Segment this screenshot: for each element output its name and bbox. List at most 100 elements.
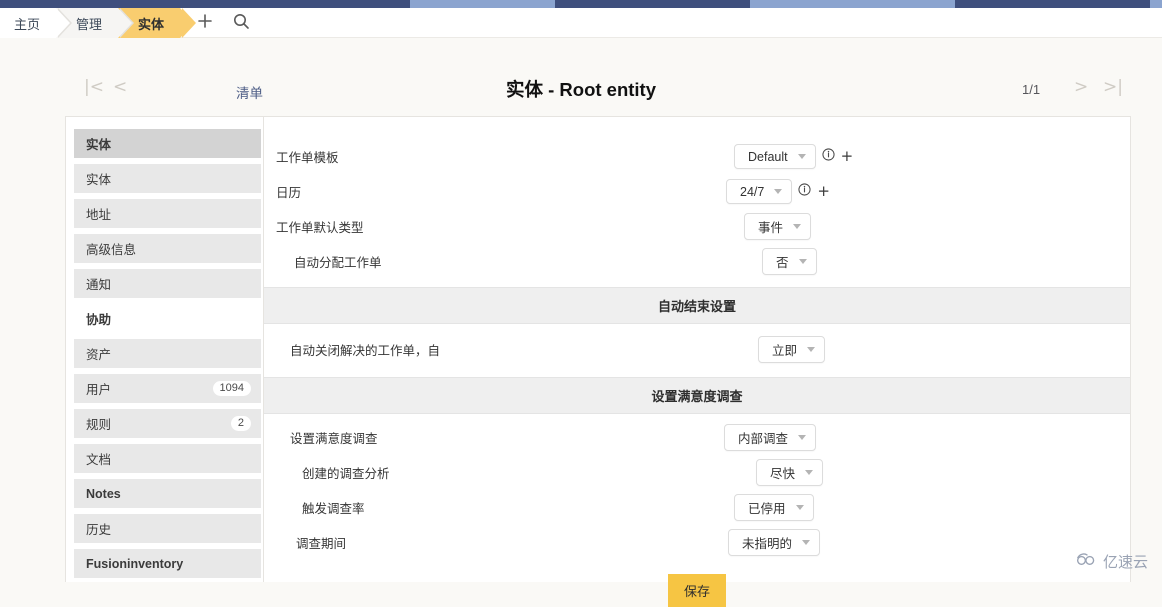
sidebar-badge-rules: 2 bbox=[231, 416, 251, 431]
form-row-auto-assign-ticket: 自动分配工作单 否 bbox=[282, 244, 1130, 279]
add-icon[interactable]: + bbox=[817, 184, 830, 199]
sidebar-item-label: 实体 bbox=[86, 134, 111, 153]
breadcrumb-label: 管理 bbox=[76, 14, 102, 33]
sidebar-item-address[interactable]: 地址 bbox=[74, 199, 261, 228]
watermark-text: 亿速云 bbox=[1103, 551, 1148, 572]
form-control: 事件 bbox=[744, 213, 811, 240]
sidebar-item-entity-header[interactable]: 实体 bbox=[74, 129, 261, 158]
top-menu-segment-3[interactable] bbox=[1150, 0, 1162, 8]
search-icon[interactable] bbox=[232, 12, 250, 35]
save-button[interactable]: 保存 bbox=[668, 574, 726, 607]
breadcrumb-navbar: 主页 管理 实体 bbox=[0, 8, 1162, 38]
sidebar-item-label: 用户 bbox=[86, 379, 111, 398]
record-subheader: |< < 清单 实体 - Root entity 1/1 > >| bbox=[0, 62, 1162, 116]
sidebar-item-advanced-information[interactable]: 高级信息 bbox=[74, 234, 261, 263]
top-menu-segment-1[interactable] bbox=[410, 0, 555, 8]
auto-assign-ticket-select[interactable]: 否 bbox=[762, 248, 817, 275]
form-row-ticket-template: 工作单模板 Default + bbox=[264, 139, 1130, 174]
auto-close-solved-select[interactable]: 立即 bbox=[758, 336, 825, 363]
ticket-template-select[interactable]: Default bbox=[734, 144, 816, 169]
sidebar-item-users[interactable]: 用户 1094 bbox=[74, 374, 261, 403]
survey-creation-select[interactable]: 尽快 bbox=[756, 459, 823, 486]
chevron-down-icon bbox=[805, 470, 813, 475]
sidebar-item-assets[interactable]: 资产 bbox=[74, 339, 261, 368]
form-row-auto-close-solved: 自动关闭解决的工作单，自 立即 bbox=[278, 332, 1130, 367]
sidebar-item-label: 实体 bbox=[86, 169, 111, 188]
form-label: 日历 bbox=[276, 182, 706, 201]
breadcrumb-item-home[interactable]: 主页 bbox=[0, 8, 56, 38]
sidebar-item-fusioninventory[interactable]: Fusioninventory bbox=[74, 549, 261, 578]
form-label: 设置满意度调查 bbox=[290, 428, 720, 447]
sidebar-item-label: 历史 bbox=[86, 519, 111, 538]
select-value: 事件 bbox=[758, 217, 783, 236]
sidebar-item-documents[interactable]: 文档 bbox=[74, 444, 261, 473]
entity-panel: 实体 实体 地址 高级信息 通知 协助 资产 用户 1094 规则 2 文档 bbox=[65, 116, 1131, 582]
pager-count: 1/1 bbox=[1022, 82, 1040, 97]
watermark: 亿速云 bbox=[1076, 551, 1148, 572]
form-label: 触发调查率 bbox=[288, 498, 718, 517]
breadcrumb: 主页 管理 实体 bbox=[0, 8, 180, 38]
survey-duration-select[interactable]: 未指明的 bbox=[728, 529, 820, 556]
form-control: 内部调查 bbox=[724, 424, 816, 451]
form-label: 工作单模板 bbox=[276, 147, 706, 166]
survey-trigger-rate-select[interactable]: 已停用 bbox=[734, 494, 814, 521]
info-icon[interactable] bbox=[798, 183, 811, 201]
select-value: 否 bbox=[776, 252, 789, 271]
entity-sidebar: 实体 实体 地址 高级信息 通知 协助 资产 用户 1094 规则 2 文档 bbox=[66, 117, 264, 582]
chevron-down-icon bbox=[796, 505, 804, 510]
select-value: Default bbox=[748, 150, 788, 164]
sidebar-item-notifications[interactable]: 通知 bbox=[74, 269, 261, 298]
chevron-down-icon bbox=[798, 154, 806, 159]
calendar-select[interactable]: 24/7 bbox=[726, 179, 792, 204]
chevron-down-icon bbox=[802, 540, 810, 545]
form-row-calendar: 日历 24/7 + bbox=[264, 174, 1130, 209]
last-record-icon[interactable]: >| bbox=[1103, 79, 1123, 96]
sidebar-item-label: 文档 bbox=[86, 449, 111, 468]
sidebar-item-rules[interactable]: 规则 2 bbox=[74, 409, 261, 438]
navbar-actions bbox=[196, 8, 250, 38]
sidebar-item-label: 高级信息 bbox=[86, 239, 136, 258]
breadcrumb-label: 实体 bbox=[138, 14, 164, 33]
form-row-survey-trigger-rate: 触发调查率 已停用 bbox=[276, 490, 1130, 525]
form-row-survey-duration: 调查期间 未指明的 bbox=[270, 525, 1130, 560]
form-row-survey-configuration: 设置满意度调查 内部调查 bbox=[278, 420, 1130, 455]
chevron-down-icon bbox=[807, 347, 815, 352]
form-row-default-ticket-type: 工作单默认类型 事件 bbox=[264, 209, 1130, 244]
form-control: Default + bbox=[734, 144, 853, 169]
info-icon[interactable] bbox=[822, 148, 835, 166]
form-row-survey-creation: 创建的调查分析 尽快 bbox=[276, 455, 1130, 490]
form-control: 否 bbox=[762, 248, 817, 275]
sidebar-item-label: 地址 bbox=[86, 204, 111, 223]
form-control: 尽快 bbox=[756, 459, 823, 486]
sidebar-item-label: Fusioninventory bbox=[86, 557, 183, 571]
sidebar-item-entity[interactable]: 实体 bbox=[74, 164, 261, 193]
sidebar-item-assistance[interactable]: 协助 bbox=[74, 304, 261, 333]
add-icon[interactable]: + bbox=[841, 149, 854, 164]
plus-icon[interactable] bbox=[196, 12, 214, 35]
select-value: 已停用 bbox=[748, 498, 786, 517]
sidebar-item-notes[interactable]: Notes bbox=[74, 479, 261, 508]
select-value: 24/7 bbox=[740, 185, 764, 199]
next-record-icon[interactable]: > bbox=[1074, 79, 1088, 96]
select-value: 立即 bbox=[772, 340, 797, 359]
page-title: 实体 - Root entity bbox=[0, 76, 1162, 102]
sidebar-item-label: Notes bbox=[86, 487, 121, 501]
top-menu-segment-2[interactable] bbox=[750, 0, 955, 8]
form-label: 调查期间 bbox=[282, 533, 712, 552]
select-value: 内部调查 bbox=[738, 428, 788, 447]
sidebar-item-label: 通知 bbox=[86, 274, 111, 293]
top-menu-strip bbox=[0, 0, 1162, 8]
chevron-down-icon bbox=[774, 189, 782, 194]
form-label: 自动分配工作单 bbox=[294, 252, 724, 271]
form-label: 自动关闭解决的工作单，自 bbox=[290, 340, 720, 359]
chevron-down-icon bbox=[798, 435, 806, 440]
survey-configuration-select[interactable]: 内部调查 bbox=[724, 424, 816, 451]
sidebar-item-label: 协助 bbox=[86, 309, 111, 328]
sidebar-item-label: 资产 bbox=[86, 344, 111, 363]
default-ticket-type-select[interactable]: 事件 bbox=[744, 213, 811, 240]
form-control: 24/7 + bbox=[726, 179, 830, 204]
sidebar-item-history[interactable]: 历史 bbox=[74, 514, 261, 543]
select-value: 未指明的 bbox=[742, 533, 792, 552]
chevron-down-icon bbox=[799, 259, 807, 264]
sidebar-item-label: 规则 bbox=[86, 414, 111, 433]
